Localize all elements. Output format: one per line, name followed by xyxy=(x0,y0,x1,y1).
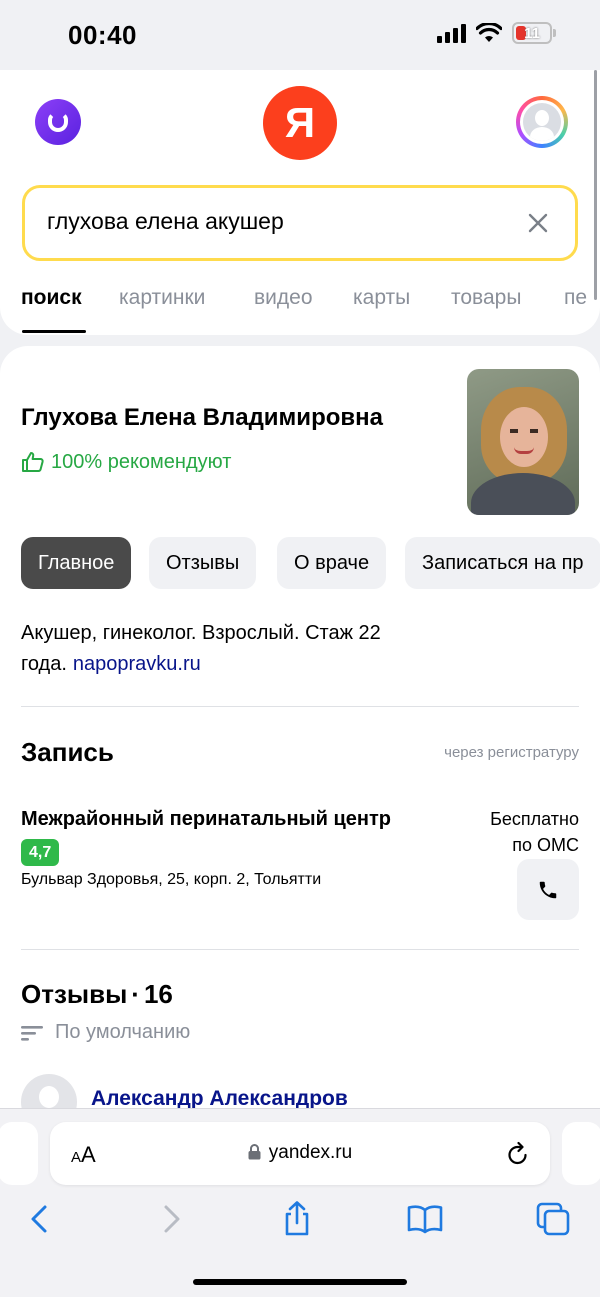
url-display[interactable]: yandex.ru xyxy=(50,1142,550,1164)
cellular-signal-icon xyxy=(437,23,466,43)
price-line-2: по ОМС xyxy=(512,835,579,855)
bookmarks-icon[interactable] xyxy=(407,1201,443,1237)
yandex-logo[interactable]: Я xyxy=(263,86,337,160)
clinic-address: Бульвар Здоровья, 25, корп. 2, Тольятти xyxy=(21,871,322,888)
tab-search[interactable]: поиск xyxy=(21,286,82,310)
sort-icon xyxy=(21,1025,43,1041)
chip-book-appointment[interactable]: Записаться на пр xyxy=(405,537,600,589)
browser-toolbar: AA yandex.ru xyxy=(0,1108,600,1297)
booking-title: Запись xyxy=(21,737,114,767)
alice-icon xyxy=(48,112,68,132)
active-tab-underline xyxy=(22,330,86,333)
wifi-icon xyxy=(476,23,502,42)
address-bar[interactable]: AA yandex.ru xyxy=(50,1122,550,1185)
reviews-sort[interactable]: По умолчанию xyxy=(21,1021,190,1044)
divider xyxy=(21,706,579,707)
tab-products[interactable]: товары xyxy=(451,286,521,310)
divider xyxy=(21,949,579,950)
chip-about-doctor[interactable]: О враче xyxy=(277,537,387,589)
search-tabs: поиск картинки видео карты товары пе xyxy=(0,278,600,335)
call-button[interactable] xyxy=(517,859,579,920)
tab-maps[interactable]: карты xyxy=(353,286,410,310)
browser-nav-icons xyxy=(0,1201,600,1241)
clinic-rating-badge: 4,7 xyxy=(21,839,60,866)
lock-icon xyxy=(248,1144,261,1160)
source-link[interactable]: napopravku.ru xyxy=(73,653,201,675)
recommend-text: 100% рекомендуют xyxy=(51,450,232,473)
sort-label: По умолчанию xyxy=(55,1021,191,1043)
search-box[interactable] xyxy=(22,185,578,261)
clinic-name[interactable]: Межрайонный перинатальный центр xyxy=(21,808,391,831)
doctor-photo[interactable] xyxy=(467,369,579,515)
chip-reviews[interactable]: Отзывы xyxy=(149,537,257,589)
reviews-title: Отзывы · 16 xyxy=(21,979,173,1009)
forward-icon[interactable] xyxy=(153,1201,189,1237)
next-tab-pill[interactable] xyxy=(562,1122,600,1185)
reviews-title-text: Отзывы xyxy=(21,979,128,1009)
booking-hint: через регистратуру xyxy=(444,744,579,761)
scroll-indicator xyxy=(594,70,597,300)
thumbs-up-icon xyxy=(22,452,44,472)
reviews-count: 16 xyxy=(143,979,173,1009)
tab-more[interactable]: пе xyxy=(564,286,587,310)
status-time: 00:40 xyxy=(68,20,137,50)
previous-tab-pill[interactable] xyxy=(0,1122,38,1185)
doctor-result-card: Глухова Елена Владимировна 100% рекоменд… xyxy=(0,346,600,1146)
doctor-name[interactable]: Глухова Елена Владимировна xyxy=(21,404,383,432)
battery-level: 11 xyxy=(524,24,540,42)
status-icons: 11 xyxy=(437,22,556,44)
doctor-description: Акушер, гинеколог. Взрослый. Стаж 22 год… xyxy=(21,618,491,680)
profile-avatar-button[interactable] xyxy=(516,96,568,148)
tabs-icon[interactable] xyxy=(535,1201,571,1237)
tab-images[interactable]: картинки xyxy=(119,286,205,310)
search-input[interactable] xyxy=(47,208,507,235)
search-header: Я поиск картинки видео карты товары пе xyxy=(0,70,600,335)
doctor-section-chips: Главное Отзывы О враче Записаться на пр xyxy=(21,537,600,589)
clear-search-icon[interactable] xyxy=(527,212,549,234)
price-info: Бесплатно по ОМС xyxy=(490,806,579,858)
price-line-1: Бесплатно xyxy=(490,809,579,829)
phone-icon xyxy=(539,881,557,898)
recommend-badge: 100% рекомендуют xyxy=(21,450,231,474)
chip-main[interactable]: Главное xyxy=(21,537,132,589)
tab-video[interactable]: видео xyxy=(254,286,313,310)
reload-icon[interactable] xyxy=(506,1141,530,1167)
status-bar: 00:40 11 xyxy=(0,0,600,70)
alice-voice-assistant-button[interactable] xyxy=(35,99,81,145)
battery-icon: 11 xyxy=(512,22,556,44)
url-text: yandex.ru xyxy=(268,1142,353,1163)
home-indicator[interactable] xyxy=(193,1279,407,1285)
back-icon[interactable] xyxy=(22,1201,58,1237)
share-icon[interactable] xyxy=(279,1201,315,1237)
user-avatar-icon xyxy=(523,103,561,141)
